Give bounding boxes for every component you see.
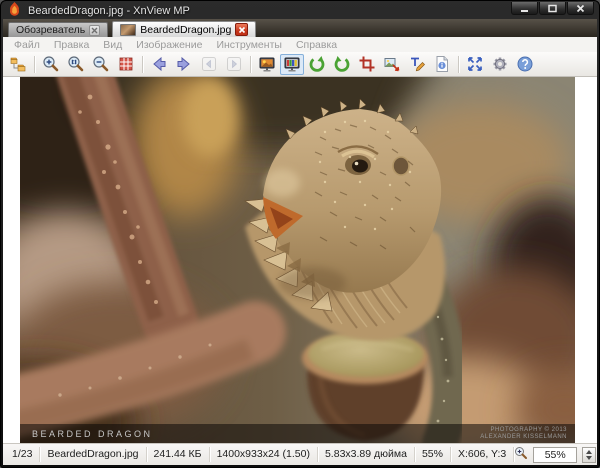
tab-thumbnail-icon [120, 23, 137, 36]
tab-browser-label: Обозреватель [16, 24, 86, 36]
photo-canvas: BEARDED DRAGON PHOTOGRAPHY © 2013 ALEXAN… [20, 77, 575, 443]
watermark-title: BEARDED DRAGON [32, 428, 153, 439]
menu-file[interactable]: Файл [7, 39, 47, 51]
image-info-button[interactable] [430, 54, 454, 75]
status-dimensions: 1400x933x24 (1.50) [210, 447, 318, 462]
settings-button[interactable] [488, 54, 512, 75]
toolbar-separator [250, 55, 251, 73]
zoom-spinner-value[interactable]: 55% [533, 446, 578, 463]
minimize-button[interactable] [511, 2, 538, 15]
zoom-in-button[interactable] [39, 54, 63, 75]
thumbnails-grid-button[interactable] [114, 54, 138, 75]
spin-up-icon[interactable] [586, 449, 593, 454]
tab-bar: Обозреватель BeardedDragon.jpg [3, 19, 597, 37]
help-button[interactable] [513, 54, 537, 75]
status-filename: BeardedDragon.jpg [40, 447, 147, 462]
status-zoom: 55% [415, 447, 451, 462]
zoom-out-button[interactable] [89, 54, 113, 75]
zoom-100-button[interactable] [64, 54, 88, 75]
tab-image[interactable]: BeardedDragon.jpg [112, 21, 257, 37]
browser-button[interactable] [6, 54, 30, 75]
status-cursor-position: X:606, Y:3 [451, 447, 515, 462]
next-image-button[interactable] [172, 54, 196, 75]
menu-help[interactable]: Справка [289, 39, 344, 51]
toolbar [3, 52, 597, 77]
rotate-right-button[interactable] [330, 54, 354, 75]
display-colors-button[interactable] [280, 53, 304, 75]
window-controls [511, 2, 594, 15]
window-title: BeardedDragon.jpg - XnView MP [28, 4, 190, 17]
status-bar: 1/23 BeardedDragon.jpg 241.44 КБ 1400x93… [3, 443, 597, 465]
menu-bar: Файл Правка Вид Изображение Инструменты … [3, 37, 597, 52]
watermark-credit: PHOTOGRAPHY © 2013 ALEXANDER KISSELMANN [480, 426, 567, 440]
resize-button[interactable] [380, 54, 404, 75]
previous-image-button[interactable] [147, 54, 171, 75]
slideshow-button[interactable] [255, 54, 279, 75]
app-window: BeardedDragon.jpg - XnView MP Обозревате… [0, 0, 600, 468]
status-position: 1/23 [5, 447, 41, 462]
toolbar-separator [34, 55, 35, 73]
bearded-dragon-photo [20, 77, 575, 443]
tab-close-icon[interactable] [89, 24, 101, 36]
spin-down-icon[interactable] [586, 455, 593, 460]
maximize-button[interactable] [539, 2, 566, 15]
menu-view[interactable]: Вид [96, 39, 129, 51]
app-icon [7, 1, 22, 21]
menu-tools[interactable]: Инструменты [209, 39, 288, 51]
next-page-button[interactable] [222, 54, 246, 75]
toolbar-separator [458, 55, 459, 73]
status-filesize: 241.44 КБ [147, 447, 210, 462]
status-print-size: 5.83x3.89 дюйма [318, 447, 415, 462]
tab-browser[interactable]: Обозреватель [8, 22, 109, 37]
menu-edit[interactable]: Правка [47, 39, 96, 51]
fit-to-window-button[interactable] [463, 54, 487, 75]
previous-page-button[interactable] [197, 54, 221, 75]
draw-text-button[interactable] [405, 54, 429, 75]
watermark-bar: BEARDED DRAGON PHOTOGRAPHY © 2013 ALEXAN… [20, 424, 575, 443]
crop-button[interactable] [355, 54, 379, 75]
menu-image[interactable]: Изображение [129, 39, 209, 51]
title-bar[interactable]: BeardedDragon.jpg - XnView MP [3, 1, 597, 21]
tab-image-label: BeardedDragon.jpg [140, 23, 232, 36]
zoom-in-icon[interactable] [514, 446, 528, 463]
image-viewer[interactable]: BEARDED DRAGON PHOTOGRAPHY © 2013 ALEXAN… [3, 77, 597, 443]
tab-close-icon[interactable] [235, 23, 249, 36]
zoom-spinner-arrows[interactable] [582, 446, 597, 463]
rotate-left-button[interactable] [305, 54, 329, 75]
toolbar-separator [142, 55, 143, 73]
status-zoom-controls: 55% [514, 446, 600, 463]
close-button[interactable] [567, 2, 594, 15]
